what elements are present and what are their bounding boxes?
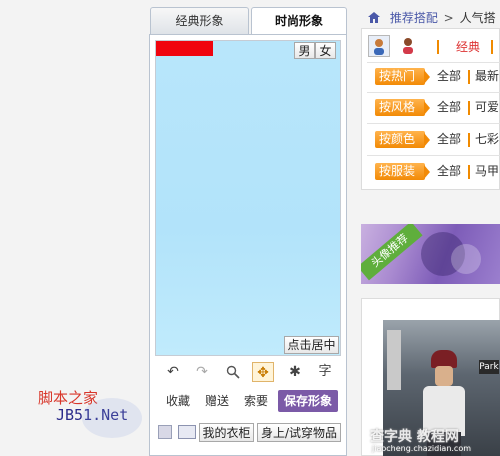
divider	[367, 155, 500, 156]
undo-icon[interactable]: ↶	[162, 362, 184, 382]
male-avatar-icon[interactable]	[368, 35, 390, 57]
female-avatar-icon[interactable]	[398, 35, 420, 57]
breadcrumb: 推荐搭配 > 人气搭配	[368, 8, 500, 45]
tab-classic[interactable]: 经典	[456, 38, 480, 55]
filter-tag-hot[interactable]: 按热门	[375, 68, 425, 85]
street-sign: Park	[479, 360, 499, 374]
house-icon[interactable]	[368, 11, 384, 25]
try-on-items-button[interactable]: 身上/试穿物品	[257, 423, 341, 442]
center-button[interactable]: 点击居中	[284, 336, 339, 354]
promo-banner[interactable]: 头像推荐	[361, 224, 500, 284]
female-button[interactable]: 女	[315, 42, 336, 59]
paw-watermark	[82, 398, 142, 438]
filter-all-style[interactable]: 全部	[437, 98, 461, 116]
filter-next-hot[interactable]: 最新	[475, 67, 499, 85]
filter-tag-color[interactable]: 按颜色	[375, 131, 425, 148]
divider-bar	[468, 133, 470, 147]
filter-next-style[interactable]: 可爱	[475, 98, 499, 116]
arrow-icon	[424, 165, 430, 179]
arrow-icon	[424, 70, 430, 84]
face-shape	[435, 366, 453, 386]
divider	[367, 123, 500, 124]
filter-next-color[interactable]: 七彩	[475, 130, 499, 148]
breadcrumb-sep: >	[443, 11, 454, 25]
building-shape	[387, 330, 401, 390]
tab-classic-look[interactable]: 经典形象	[150, 7, 249, 34]
magic-wand-icon[interactable]: ✱	[284, 362, 306, 382]
arrow-icon	[424, 133, 430, 147]
filter-all-hot[interactable]: 全部	[437, 67, 461, 85]
text-tool-icon[interactable]: 字	[314, 362, 336, 382]
my-wardrobe-button[interactable]: 我的衣柜	[199, 423, 254, 442]
watermark-right: 查字典 教程网	[370, 429, 459, 445]
gallery-icon[interactable]	[178, 425, 196, 439]
redo-icon[interactable]: ↷	[191, 362, 213, 382]
save-look-button[interactable]: 保存形象	[278, 390, 338, 412]
zoom-icon[interactable]	[222, 362, 244, 382]
banner-ribbon: 头像推荐	[361, 224, 423, 281]
watermark-right-url: jiaocheng.chazidian.com	[372, 444, 472, 453]
filter-tag-style[interactable]: 按风格	[375, 99, 425, 116]
banner-flower-2	[451, 244, 481, 274]
divider	[367, 62, 500, 63]
filter-tag-clothing[interactable]: 按服装	[375, 163, 425, 180]
divider	[367, 92, 500, 93]
avatar-canvas[interactable]	[155, 40, 341, 356]
arrow-icon	[424, 101, 430, 115]
filter-all-clothing[interactable]: 全部	[437, 162, 461, 180]
request-button[interactable]: 索要	[238, 390, 274, 412]
breadcrumb-link[interactable]: 推荐搭配	[390, 11, 438, 25]
gift-button[interactable]: 赠送	[199, 390, 235, 412]
move-icon[interactable]: ✥	[252, 362, 274, 382]
divider-bar	[468, 70, 470, 84]
male-button[interactable]: 男	[294, 42, 315, 59]
filter-all-color[interactable]: 全部	[437, 130, 461, 148]
divider-bar	[468, 101, 470, 115]
collect-button[interactable]: 收藏	[160, 390, 196, 412]
tab-fashion-look[interactable]: 时尚形象	[251, 7, 347, 34]
orange-divider	[437, 40, 439, 54]
username-bar	[156, 41, 213, 56]
filter-next-clothing[interactable]: 马甲	[475, 162, 499, 180]
orange-divider-2	[491, 40, 493, 54]
picture-icon[interactable]	[158, 425, 172, 439]
divider-bar	[468, 165, 470, 179]
